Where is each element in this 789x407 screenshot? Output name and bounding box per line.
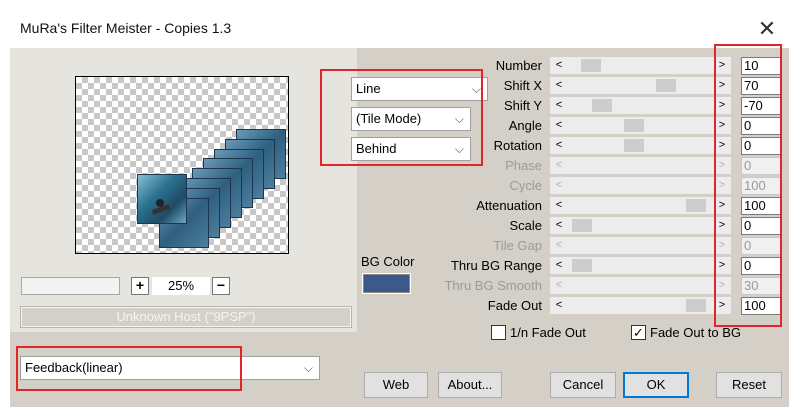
cancel-button[interactable]: Cancel bbox=[550, 372, 616, 398]
fade-bg-checkbox[interactable]: ✓ bbox=[631, 325, 646, 340]
param-value-input[interactable]: 70 bbox=[741, 77, 781, 95]
chevron-right-icon[interactable]: > bbox=[715, 297, 729, 314]
chevron-left-icon[interactable]: < bbox=[552, 77, 566, 94]
preview-canvas[interactable] bbox=[75, 76, 289, 254]
slider-thumb[interactable] bbox=[656, 79, 676, 92]
chevron-left-icon: < bbox=[555, 279, 563, 291]
param-value-input[interactable]: 0 bbox=[741, 217, 781, 235]
param-slider[interactable]: < > bbox=[550, 137, 731, 154]
fade-1n-label: 1/n Fade Out bbox=[510, 325, 586, 340]
param-label: Number bbox=[495, 58, 542, 73]
param-slider: < > bbox=[550, 277, 731, 294]
param-label: Rotation bbox=[493, 138, 542, 153]
param-slider[interactable]: < > bbox=[550, 297, 731, 314]
chevron-left-icon[interactable]: < bbox=[552, 137, 566, 154]
chevron-left-icon[interactable]: < bbox=[552, 257, 566, 274]
param-label: Thru BG Smooth bbox=[444, 278, 542, 293]
title-bar: MuRa's Filter Meister - Copies 1.3 ✕ bbox=[0, 0, 789, 48]
param-label: Attenuation bbox=[476, 198, 542, 213]
source-image-tile bbox=[137, 174, 187, 224]
param-label: Shift Y bbox=[503, 98, 542, 113]
param-slider[interactable]: < > bbox=[550, 217, 731, 234]
chevron-right-icon[interactable]: > bbox=[715, 77, 729, 94]
param-label: Phase bbox=[505, 158, 542, 173]
ok-button[interactable]: OK bbox=[623, 372, 689, 398]
chevron-left-icon[interactable]: < bbox=[552, 97, 566, 114]
param-slider: < > bbox=[550, 237, 731, 254]
chevron-right-icon: > bbox=[718, 179, 726, 191]
param-label: Tile Gap bbox=[493, 238, 542, 253]
chevron-left-icon[interactable]: < bbox=[552, 57, 566, 74]
slider-thumb[interactable] bbox=[686, 299, 706, 312]
chevron-right-icon[interactable]: > bbox=[715, 57, 729, 74]
chevron-left-icon[interactable]: < bbox=[552, 117, 566, 134]
param-slider[interactable]: < > bbox=[550, 77, 731, 94]
param-value-input[interactable]: 0 bbox=[741, 117, 781, 135]
chevron-left-icon: < bbox=[555, 239, 563, 251]
chevron-left-icon[interactable]: < bbox=[552, 197, 566, 214]
param-label: Shift X bbox=[503, 78, 542, 93]
feedback-dropdown[interactable]: Feedback(linear) ⌵ bbox=[20, 356, 320, 380]
param-value-input[interactable]: 0 bbox=[741, 257, 781, 275]
param-value-input[interactable]: 100 bbox=[741, 197, 781, 215]
param-slider: < > bbox=[550, 177, 731, 194]
feedback-value: Feedback(linear) bbox=[25, 360, 123, 375]
zoom-out-button[interactable]: − bbox=[212, 277, 230, 295]
slider-thumb[interactable] bbox=[572, 219, 592, 232]
chevron-right-icon[interactable]: > bbox=[715, 117, 729, 134]
zoom-in-button[interactable]: + bbox=[131, 277, 149, 295]
chevron-right-icon[interactable]: > bbox=[715, 197, 729, 214]
slider-thumb[interactable] bbox=[624, 119, 644, 132]
param-slider: < > bbox=[550, 157, 731, 174]
chevron-left-icon: < bbox=[555, 179, 563, 191]
chevron-right-icon: > bbox=[718, 159, 726, 171]
param-label: Fade Out bbox=[487, 298, 542, 313]
param-value-input: 0 bbox=[741, 237, 781, 255]
param-value-input[interactable]: -70 bbox=[741, 97, 781, 115]
param-label: Angle bbox=[508, 118, 542, 133]
web-button[interactable]: Web bbox=[364, 372, 428, 398]
chevron-right-icon[interactable]: > bbox=[715, 217, 729, 234]
info-field bbox=[21, 277, 120, 295]
fade-bg-label: Fade Out to BG bbox=[650, 325, 742, 340]
chevron-down-icon: ⌵ bbox=[303, 361, 313, 375]
chevron-right-icon[interactable]: > bbox=[715, 137, 729, 154]
chevron-left-icon[interactable]: < bbox=[552, 297, 566, 314]
param-value-input[interactable]: 10 bbox=[741, 57, 781, 75]
chevron-right-icon[interactable]: > bbox=[715, 257, 729, 274]
param-slider[interactable]: < > bbox=[550, 57, 731, 74]
close-button[interactable]: ✕ bbox=[752, 14, 782, 44]
param-label: Thru BG Range bbox=[450, 258, 542, 273]
slider-thumb[interactable] bbox=[686, 199, 706, 212]
param-slider[interactable]: < > bbox=[550, 197, 731, 214]
param-value-input: 30 bbox=[741, 277, 781, 295]
param-value-input[interactable]: 100 bbox=[741, 297, 781, 315]
param-label: Scale bbox=[509, 218, 542, 233]
param-slider[interactable]: < > bbox=[550, 257, 731, 274]
chevron-right-icon: > bbox=[718, 239, 726, 251]
slider-thumb[interactable] bbox=[581, 59, 601, 72]
chevron-right-icon[interactable]: > bbox=[715, 97, 729, 114]
reset-button[interactable]: Reset bbox=[716, 372, 782, 398]
figure-body bbox=[151, 204, 171, 215]
window-title: MuRa's Filter Meister - Copies 1.3 bbox=[20, 20, 232, 36]
chevron-left-icon: < bbox=[555, 159, 563, 171]
about-button[interactable]: About... bbox=[438, 372, 502, 398]
slider-thumb[interactable] bbox=[592, 99, 612, 112]
param-slider[interactable]: < > bbox=[550, 97, 731, 114]
slider-thumb[interactable] bbox=[572, 259, 592, 272]
host-label: Unknown Host ("9PSP") bbox=[20, 306, 352, 328]
fade-1n-checkbox[interactable] bbox=[491, 325, 506, 340]
param-label: Cycle bbox=[509, 178, 542, 193]
slider-thumb[interactable] bbox=[624, 139, 644, 152]
param-value-input[interactable]: 0 bbox=[741, 137, 781, 155]
zoom-level: 25% bbox=[152, 277, 210, 295]
param-slider[interactable]: < > bbox=[550, 117, 731, 134]
chevron-left-icon[interactable]: < bbox=[552, 217, 566, 234]
param-value-input: 100 bbox=[741, 177, 781, 195]
chevron-right-icon: > bbox=[718, 279, 726, 291]
param-value-input: 0 bbox=[741, 157, 781, 175]
